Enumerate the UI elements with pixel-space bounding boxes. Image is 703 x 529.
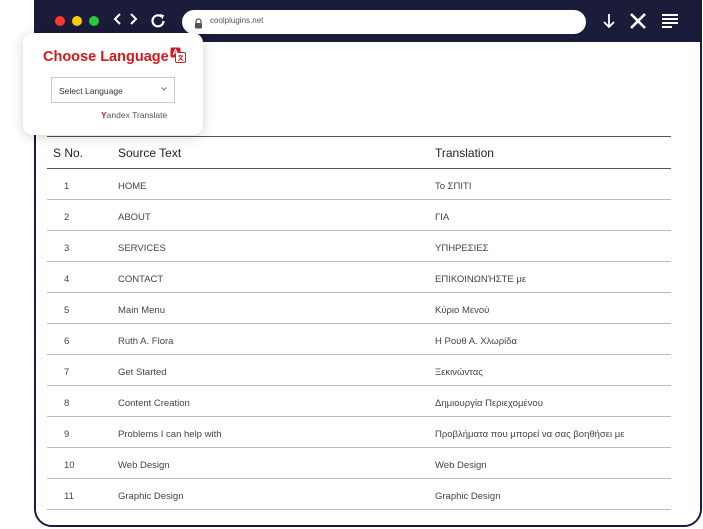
cell-source-text: Content Creation xyxy=(118,398,190,409)
cell-source-text: Main Menu xyxy=(118,305,165,316)
header-translation: Translation xyxy=(435,146,494,160)
cell-translation: Ξεκινώντας xyxy=(435,367,483,378)
table-row: 8 Content Creation Δημιουργία Περιεχομένου xyxy=(47,386,671,417)
chevron-down-icon xyxy=(160,85,168,95)
close-window-button[interactable] xyxy=(55,16,65,26)
table-row: 1 HOME Το ΣΠΙΤΙ xyxy=(47,169,671,200)
translation-table: S No. Source Text Translation 1 HOME Το ΣΠ… xyxy=(47,136,671,510)
cell-sno: 4 xyxy=(64,274,70,285)
cell-source-text: SERVICES xyxy=(118,243,166,254)
cell-sno: 2 xyxy=(64,212,70,223)
cell-translation: Η Ρουθ Α. Χλωρίδα xyxy=(435,336,517,347)
choose-language-title: Choose Language xyxy=(43,49,169,65)
cell-translation: Το ΣΠΙΤΙ xyxy=(435,181,472,192)
table-body: 1 HOME Το ΣΠΙΤΙ 2 ABOUT ΓΙΑ 3 SERVICES ΥΠΗΡΕΣΙΕΣ… xyxy=(47,169,671,510)
url-text: coolplugins.net xyxy=(210,16,264,25)
table-row: 9 Problems I can help with Προβλήματα που … xyxy=(47,417,671,448)
cell-sno: 10 xyxy=(64,460,75,471)
cell-translation: Προβλήματα που μπορεί να σας βοηθήσει με xyxy=(435,429,625,440)
cell-sno: 8 xyxy=(64,398,70,409)
forward-icon[interactable] xyxy=(128,12,138,31)
cell-sno: 5 xyxy=(64,305,70,316)
cell-source-text: Problems I can help with xyxy=(118,429,222,440)
close-x-icon[interactable] xyxy=(629,11,647,36)
cell-translation: Δημιουργία Περιεχομένου xyxy=(435,398,543,409)
cell-source-text: Get Started xyxy=(118,367,167,378)
cell-source-text: Web Design xyxy=(118,460,170,471)
lock-icon xyxy=(194,16,203,34)
cell-sno: 3 xyxy=(64,243,70,254)
cell-sno: 1 xyxy=(64,181,70,192)
cell-translation: ΓΙΑ xyxy=(435,212,450,223)
cell-sno: 7 xyxy=(64,367,70,378)
yandex-logo-rest: andex xyxy=(106,110,130,120)
cell-translation: ΥΠΗΡΕΣΙΕΣ xyxy=(435,243,489,254)
table-row: 6 Ruth A. Flora Η Ρουθ Α. Χλωρίδα xyxy=(47,324,671,355)
cell-sno: 6 xyxy=(64,336,70,347)
cell-source-text: Graphic Design xyxy=(118,491,184,502)
cell-source-text: HOME xyxy=(118,181,147,192)
table-header: S No. Source Text Translation xyxy=(47,136,671,169)
translate-label: Translate xyxy=(132,110,168,120)
cell-translation: Graphic Design xyxy=(435,491,501,502)
address-bar[interactable]: coolplugins.net xyxy=(182,10,586,34)
cell-source-text: ABOUT xyxy=(118,212,151,223)
table-row: 7 Get Started Ξεκινώντας xyxy=(47,355,671,386)
cell-sno: 11 xyxy=(64,491,74,502)
cell-sno: 9 xyxy=(64,429,70,440)
translate-icon xyxy=(170,47,186,68)
cell-translation: ΕΠΙΚΟΙΝΩΝΉΣΤΕ με xyxy=(435,274,527,285)
table-row: 4 CONTACT ΕΠΙΚΟΙΝΩΝΉΣΤΕ με xyxy=(47,262,671,293)
language-switcher-card: Choose Language Select Language Yandex T… xyxy=(23,33,203,135)
download-icon[interactable] xyxy=(602,11,616,36)
minimize-window-button[interactable] xyxy=(72,16,82,26)
reload-icon[interactable] xyxy=(149,12,167,35)
table-row: 2 ABOUT ΓΙΑ xyxy=(47,200,671,231)
cell-source-text: CONTACT xyxy=(118,274,164,285)
table-row: 10 Web Design Web Design xyxy=(47,448,671,479)
menu-icon[interactable] xyxy=(661,11,679,36)
cell-translation: Web Design xyxy=(435,460,487,471)
cell-translation: Κύριο Μενού xyxy=(435,305,490,316)
maximize-window-button[interactable] xyxy=(89,16,99,26)
table-row: 5 Main Menu Κύριο Μενού xyxy=(47,293,671,324)
language-select-value: Select Language xyxy=(59,86,123,96)
language-select[interactable]: Select Language xyxy=(51,77,175,103)
yandex-translate-credit[interactable]: Yandex Translate xyxy=(101,110,167,120)
table-row: 11 Graphic Design Graphic Design xyxy=(47,479,671,510)
header-sno: S No. xyxy=(53,146,84,160)
header-source-text: Source Text xyxy=(118,146,182,160)
back-icon[interactable] xyxy=(113,12,123,31)
cell-source-text: Ruth A. Flora xyxy=(118,336,174,347)
table-row: 3 SERVICES ΥΠΗΡΕΣΙΕΣ xyxy=(47,231,671,262)
